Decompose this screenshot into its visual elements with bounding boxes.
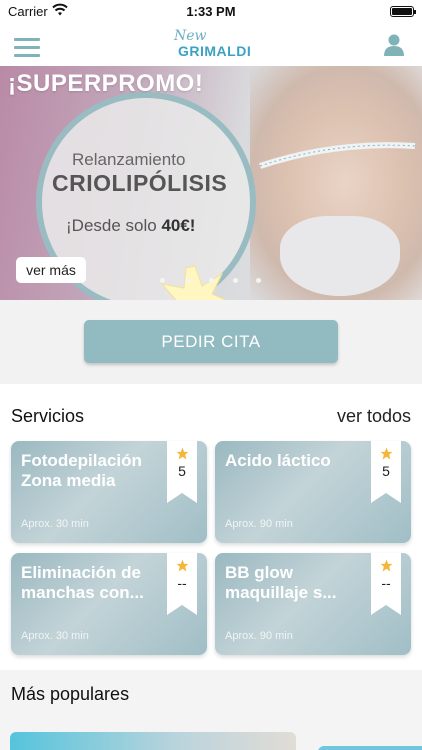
service-rating: 5 — [382, 463, 390, 479]
price-prefix: ¡Desde solo — [66, 216, 162, 235]
nav-bar: New GRIMALDI — [0, 24, 422, 66]
cta-area: PEDIR CITA — [0, 300, 422, 384]
star-icon — [176, 559, 189, 572]
rating-ribbon: -- — [167, 553, 197, 615]
status-bar: Carrier 1:33 PM — [0, 0, 422, 24]
service-card[interactable]: BB glow maquillaje s... Aprox. 90 min -- — [215, 553, 411, 655]
battery-icon — [390, 6, 416, 17]
hamburger-icon[interactable] — [14, 38, 40, 58]
see-all-link[interactable]: ver todos — [337, 406, 411, 427]
banner-title: ¡SUPERPROMO! — [8, 70, 204, 97]
service-card[interactable]: Eliminación de manchas con... Aprox. 30 … — [11, 553, 207, 655]
carousel-dot[interactable] — [185, 278, 190, 283]
service-rating: -- — [381, 575, 391, 591]
person-icon[interactable] — [384, 34, 404, 56]
banner-price: ¡Desde solo 40€! — [66, 216, 195, 236]
carousel-dot[interactable] — [256, 278, 261, 283]
services-title: Servicios — [11, 406, 85, 426]
service-duration: Aprox. 30 min — [21, 630, 89, 642]
carousel-dot[interactable] — [233, 278, 238, 283]
logo: New GRIMALDI — [172, 28, 252, 60]
service-name: Eliminación de manchas con... — [21, 563, 144, 602]
service-name: Acido láctico — [225, 451, 331, 470]
star-icon — [380, 559, 393, 572]
rating-ribbon: -- — [371, 553, 401, 615]
carousel-dots[interactable] — [160, 278, 270, 284]
services-section: Servicios ver todos Fotodepilación Zona … — [0, 384, 422, 670]
popular-card[interactable] — [10, 732, 296, 750]
rating-ribbon: 5 — [167, 441, 197, 503]
service-duration: Aprox. 30 min — [21, 518, 89, 530]
service-name: BB glow maquillaje s... — [225, 563, 337, 602]
star-icon — [380, 447, 393, 460]
logo-brand: GRIMALDI — [178, 43, 252, 59]
service-name: Fotodepilación Zona media — [21, 451, 142, 490]
measuring-tape-graphic — [259, 142, 416, 169]
service-card[interactable]: Acido láctico Aprox. 90 min 5 — [215, 441, 411, 543]
ver-mas-button[interactable]: ver más — [16, 257, 86, 283]
clock: 1:33 PM — [186, 4, 236, 19]
popular-card[interactable] — [318, 746, 422, 750]
service-duration: Aprox. 90 min — [225, 518, 293, 530]
price-value: 40€! — [161, 216, 196, 235]
popular-title: Más populares — [11, 684, 130, 704]
pedir-cita-button[interactable]: PEDIR CITA — [84, 320, 338, 363]
carousel-dot[interactable] — [209, 278, 214, 283]
service-rating: 5 — [178, 463, 186, 479]
service-duration: Aprox. 90 min — [225, 630, 293, 642]
service-card[interactable]: Fotodepilación Zona media Aprox. 30 min … — [11, 441, 207, 543]
banner-photo-garment — [280, 216, 400, 296]
logo-script: New — [174, 28, 207, 44]
service-rating: -- — [177, 575, 187, 591]
banner-subtitle: Relanzamiento — [72, 150, 186, 169]
popular-section: Más populares — [0, 670, 422, 750]
star-icon — [176, 447, 189, 460]
rating-ribbon: 5 — [371, 441, 401, 503]
carousel-dot[interactable] — [160, 278, 165, 283]
banner-headline: CRIOLIPÓLISIS — [52, 170, 228, 196]
